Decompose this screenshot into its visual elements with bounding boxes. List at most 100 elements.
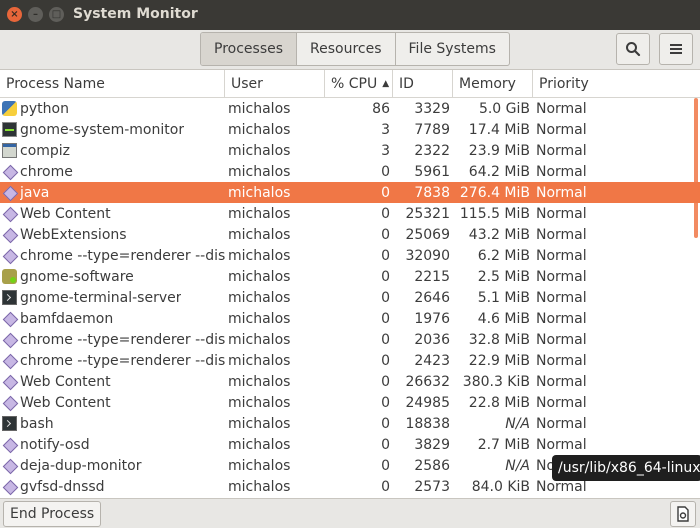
process-table: Process Name User % CPU ▲ ID Memory Prior… bbox=[0, 70, 700, 498]
table-row[interactable]: chrome --type=renderer --disat michalos 0 2… bbox=[0, 329, 700, 350]
process-memory: 6.2 MiB bbox=[477, 247, 530, 264]
table-row[interactable]: Web Content michalos 0 24985 22.8 MiB Normal bbox=[0, 392, 700, 413]
process-priority: Normal bbox=[536, 142, 587, 159]
process-priority: Normal bbox=[536, 247, 587, 264]
process-memory: 276.4 MiB bbox=[459, 184, 530, 201]
close-window-button[interactable]: × bbox=[7, 7, 22, 22]
table-row[interactable]: Web Content michalos 0 25321 115.5 MiB Normal bbox=[0, 203, 700, 224]
process-cpu: 0 bbox=[381, 457, 390, 474]
process-name-cell: python bbox=[0, 98, 225, 119]
process-name: notify-osd bbox=[20, 436, 90, 453]
table-row[interactable]: chrome --type=renderer --disat michalos 0 2… bbox=[0, 350, 700, 371]
table-row[interactable]: gnome-terminal-server michalos 0 2646 5.1 Mi… bbox=[0, 287, 700, 308]
python-icon bbox=[2, 101, 17, 116]
process-id: 25069 bbox=[405, 226, 450, 243]
process-user: michalos bbox=[228, 163, 291, 180]
process-id: 25321 bbox=[405, 205, 450, 222]
process-id: 3829 bbox=[414, 436, 450, 453]
process-user: michalos bbox=[228, 415, 291, 432]
column-header-memory[interactable]: Memory bbox=[453, 70, 533, 98]
search-button[interactable] bbox=[616, 33, 650, 65]
process-name: chrome bbox=[20, 163, 73, 180]
process-name: bamfdaemon bbox=[20, 310, 114, 327]
maximize-window-button[interactable]: □ bbox=[49, 7, 64, 22]
process-cpu: 3 bbox=[381, 142, 390, 159]
process-properties-button[interactable] bbox=[670, 501, 696, 527]
process-name: gnome-software bbox=[20, 268, 134, 285]
table-row[interactable]: WebExtensions michalos 0 25069 43.2 MiB Norma… bbox=[0, 224, 700, 245]
executable-icon bbox=[2, 206, 17, 221]
process-id: 32090 bbox=[405, 247, 450, 264]
process-priority: Normal bbox=[536, 415, 587, 432]
table-row[interactable]: python michalos 86 3329 5.0 GiB Normal bbox=[0, 98, 700, 119]
process-cpu: 0 bbox=[381, 352, 390, 369]
terminal-icon bbox=[2, 416, 17, 431]
table-row[interactable]: Web Content michalos 0 26632 380.3 KiB Normal bbox=[0, 371, 700, 392]
process-user: michalos bbox=[228, 457, 291, 474]
table-row[interactable]: gnome-software michalos 0 2215 2.5 MiB Normal bbox=[0, 266, 700, 287]
process-user: michalos bbox=[228, 289, 291, 306]
header-bar: Processes Resources File Systems bbox=[0, 30, 700, 70]
minimize-window-button[interactable]: – bbox=[28, 7, 43, 22]
process-priority: Normal bbox=[536, 163, 587, 180]
process-user: michalos bbox=[228, 373, 291, 390]
process-name: chrome --type=renderer --disat bbox=[20, 247, 225, 264]
process-cpu: 0 bbox=[381, 247, 390, 264]
executable-icon bbox=[2, 374, 17, 389]
process-memory: 380.3 KiB bbox=[462, 373, 530, 390]
process-name: chrome --type=renderer --disat bbox=[20, 331, 225, 348]
process-priority: Normal bbox=[536, 352, 587, 369]
process-priority: Normal bbox=[536, 331, 587, 348]
process-path-tooltip: /usr/lib/x86_64-linux- bbox=[552, 455, 700, 481]
process-name-cell: bash bbox=[0, 413, 225, 434]
process-user: michalos bbox=[228, 184, 291, 201]
process-user: michalos bbox=[228, 121, 291, 138]
process-priority: Normal bbox=[536, 310, 587, 327]
process-name-cell: Web Content bbox=[0, 371, 225, 392]
process-priority: Normal bbox=[536, 226, 587, 243]
process-priority: Normal bbox=[536, 205, 587, 222]
column-header-user[interactable]: User bbox=[225, 70, 325, 98]
vertical-scrollbar[interactable] bbox=[694, 98, 698, 238]
process-user: michalos bbox=[228, 394, 291, 411]
table-row[interactable]: chrome --type=renderer --disat michalos 0 3… bbox=[0, 245, 700, 266]
process-memory: 32.8 MiB bbox=[468, 331, 530, 348]
table-row[interactable]: chrome michalos 0 5961 64.2 MiB Normal bbox=[0, 161, 700, 182]
window-title: System Monitor bbox=[73, 6, 198, 22]
process-name: gnome-system-monitor bbox=[20, 121, 185, 138]
tab-file-systems[interactable]: File Systems bbox=[396, 33, 509, 65]
table-header: Process Name User % CPU ▲ ID Memory Prior… bbox=[0, 70, 700, 98]
process-memory: 22.9 MiB bbox=[468, 352, 530, 369]
process-cpu: 0 bbox=[381, 394, 390, 411]
process-name: WebExtensions bbox=[20, 226, 127, 243]
tab-processes[interactable]: Processes bbox=[201, 33, 298, 65]
process-name-cell: gnome-software bbox=[0, 266, 225, 287]
process-id: 7838 bbox=[414, 184, 450, 201]
executable-icon bbox=[2, 479, 17, 494]
table-row[interactable]: java michalos 0 7838 276.4 MiB Normal bbox=[0, 182, 700, 203]
column-header-priority[interactable]: Priority bbox=[533, 70, 700, 98]
process-cpu: 0 bbox=[381, 205, 390, 222]
tab-resources[interactable]: Resources bbox=[297, 33, 396, 65]
table-row[interactable]: gnome-system-monitor michalos 3 7789 17.4 Mi… bbox=[0, 119, 700, 140]
column-label: Process Name bbox=[6, 76, 105, 92]
process-name-cell: chrome --type=renderer --disat bbox=[0, 329, 225, 350]
process-user: michalos bbox=[228, 331, 291, 348]
process-cpu: 86 bbox=[372, 100, 390, 117]
process-name-cell: chrome --type=renderer --disat bbox=[0, 245, 225, 266]
process-cpu: 0 bbox=[381, 268, 390, 285]
process-user: michalos bbox=[228, 352, 291, 369]
column-header-cpu[interactable]: % CPU ▲ bbox=[325, 70, 393, 98]
end-process-button[interactable]: End Process bbox=[3, 501, 102, 527]
process-name-cell: gvfsd-dnssd bbox=[0, 476, 225, 497]
table-row[interactable]: compiz michalos 3 2322 23.9 MiB Normal bbox=[0, 140, 700, 161]
column-header-id[interactable]: ID bbox=[393, 70, 453, 98]
table-row[interactable]: notify-osd michalos 0 3829 2.7 MiB Normal bbox=[0, 434, 700, 455]
process-cpu: 3 bbox=[381, 121, 390, 138]
process-id: 2423 bbox=[414, 352, 450, 369]
column-header-process-name[interactable]: Process Name bbox=[0, 70, 225, 98]
table-row[interactable]: bamfdaemon michalos 0 1976 4.6 MiB Normal bbox=[0, 308, 700, 329]
table-row[interactable]: bash michalos 0 18838 N/A Normal bbox=[0, 413, 700, 434]
menu-button[interactable] bbox=[659, 33, 693, 65]
process-name: bash bbox=[20, 415, 54, 432]
